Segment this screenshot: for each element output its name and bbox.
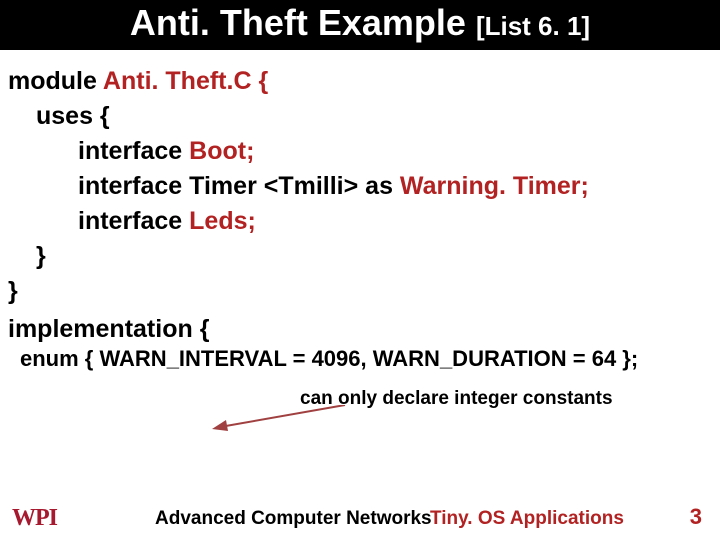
- slide-subtitle: [List 6. 1]: [476, 11, 590, 41]
- name-boot: Boot;: [182, 137, 254, 165]
- keyword-module: module: [8, 67, 97, 95]
- enum-body: { WARN_INTERVAL = 4096, WARN_DURATION = …: [79, 346, 639, 371]
- code-line-2: uses {: [36, 99, 712, 134]
- implementation-line: implementation {: [0, 309, 720, 344]
- keyword-interface-2: interface: [78, 172, 182, 200]
- name-antitheft: Anti. Theft.C {: [97, 67, 268, 95]
- code-block-module: module Anti. Theft.C { uses { interface …: [0, 50, 720, 309]
- logo-text: WPI: [12, 505, 57, 531]
- page-number: 3: [690, 504, 702, 530]
- code-line-5: interface Leds;: [78, 204, 712, 239]
- slide-title: Anti. Theft Example: [130, 2, 466, 43]
- keyword-interface-3: interface: [78, 207, 182, 235]
- annotation-note: can only declare integer constants: [300, 388, 613, 410]
- code-line-7: }: [8, 274, 712, 309]
- timer-generic: Timer <Tmilli>: [182, 172, 365, 200]
- keyword-enum: enum: [20, 346, 79, 371]
- footer-topic: Tiny. OS Applications: [430, 508, 624, 530]
- wpi-logo: WPI: [12, 505, 57, 532]
- brace-open-impl: {: [193, 315, 210, 343]
- enum-line: enum { WARN_INTERVAL = 4096, WARN_DURATI…: [0, 344, 720, 372]
- name-warningtimer: Warning. Timer;: [393, 172, 589, 200]
- keyword-as: as: [365, 172, 393, 200]
- brace-open: {: [93, 102, 110, 130]
- code-line-4: interface Timer <Tmilli> as Warning. Tim…: [78, 169, 712, 204]
- keyword-interface-1: interface: [78, 137, 182, 165]
- code-line-6: }: [36, 239, 712, 274]
- slide-header: Anti. Theft Example [List 6. 1]: [0, 0, 720, 50]
- name-leds: Leds;: [182, 207, 256, 235]
- code-line-3: interface Boot;: [78, 134, 712, 169]
- keyword-implementation: implementation: [8, 315, 193, 343]
- footer-course: Advanced Computer Networks: [155, 508, 432, 530]
- code-line-1: module Anti. Theft.C {: [8, 64, 712, 99]
- keyword-uses: uses: [36, 102, 93, 130]
